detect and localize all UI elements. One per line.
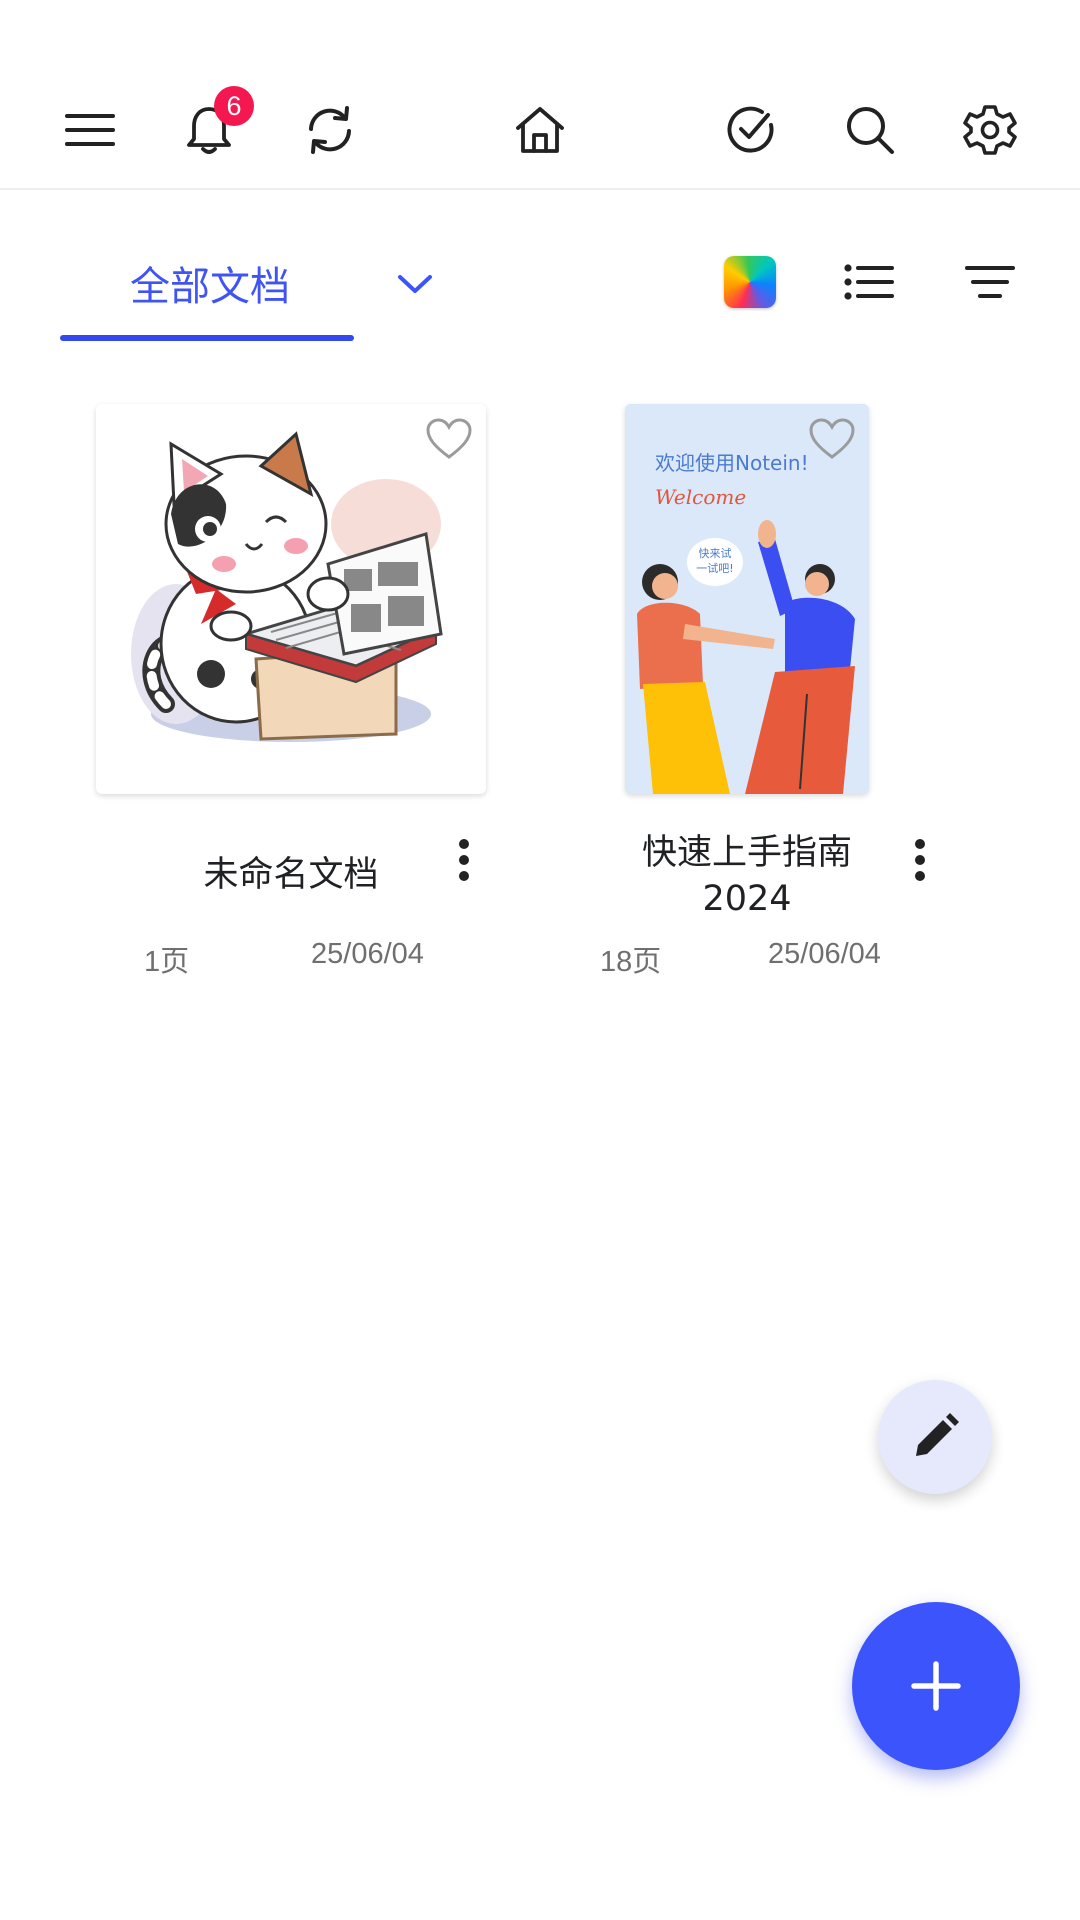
select-button[interactable] (716, 95, 786, 165)
menu-icon (65, 114, 115, 146)
more-vertical-icon (915, 839, 925, 881)
page-count: 1页 (144, 946, 190, 978)
document-title-line2: 2024 (702, 879, 792, 919)
favorite-button[interactable] (426, 418, 472, 460)
more-options-button[interactable] (905, 830, 935, 890)
document-date: 25/06/04 (768, 938, 881, 970)
document-title: 快速上手指南 2024 (610, 830, 884, 922)
document-date: 25/06/04 (311, 938, 424, 970)
page-count: 18页 (600, 946, 662, 978)
plus-icon (911, 1661, 961, 1711)
color-tag-button[interactable] (724, 256, 776, 308)
cover-bubble-line2: 一试吧! (696, 562, 733, 575)
sync-button[interactable] (295, 95, 365, 165)
settings-button[interactable] (955, 95, 1025, 165)
notification-badge: 6 (214, 86, 254, 126)
home-icon (516, 107, 564, 153)
search-button[interactable] (835, 95, 905, 165)
more-options-button[interactable] (449, 830, 479, 890)
folder-dropdown-button[interactable] (390, 262, 440, 306)
list-view-icon (844, 264, 894, 300)
tab-all-documents[interactable]: 全部文档 (60, 240, 354, 340)
document-thumbnail[interactable]: 欢迎使用Notein! Welcome 快来试 一试吧! (625, 404, 869, 794)
tab-label: 全部文档 (130, 264, 290, 310)
settings-icon (963, 105, 1017, 155)
menu-button[interactable] (55, 95, 125, 165)
search-icon (847, 107, 894, 154)
more-vertical-icon (459, 839, 469, 881)
cover-heading: 欢迎使用Notein! (655, 451, 809, 475)
document-title: 未命名文档 (203, 855, 379, 895)
quick-note-button[interactable] (878, 1380, 992, 1494)
cover-subheading: Welcome (655, 485, 746, 509)
top-toolbar: 6 (0, 0, 1080, 190)
welcome-cover-illustration: 欢迎使用Notein! Welcome 快来试 一试吧! (625, 404, 869, 794)
sync-icon (309, 106, 351, 154)
cat-reading-illustration (131, 431, 443, 742)
chevron-down-icon (398, 275, 432, 293)
add-document-button[interactable] (852, 1602, 1020, 1770)
sort-button[interactable] (960, 256, 1020, 308)
cover-bubble-line1: 快来试 (699, 547, 732, 560)
home-button[interactable] (505, 95, 575, 165)
document-thumbnail[interactable] (96, 404, 486, 794)
heart-icon (809, 418, 855, 459)
favorite-button[interactable] (809, 418, 855, 460)
pencil-icon (916, 1413, 959, 1456)
document-title-line1: 快速上手指南 (641, 833, 852, 873)
active-tab-indicator (60, 335, 354, 341)
list-view-button[interactable] (840, 256, 900, 308)
sort-icon (965, 266, 1015, 298)
heart-icon (426, 418, 472, 459)
check-circle-icon (727, 106, 774, 153)
